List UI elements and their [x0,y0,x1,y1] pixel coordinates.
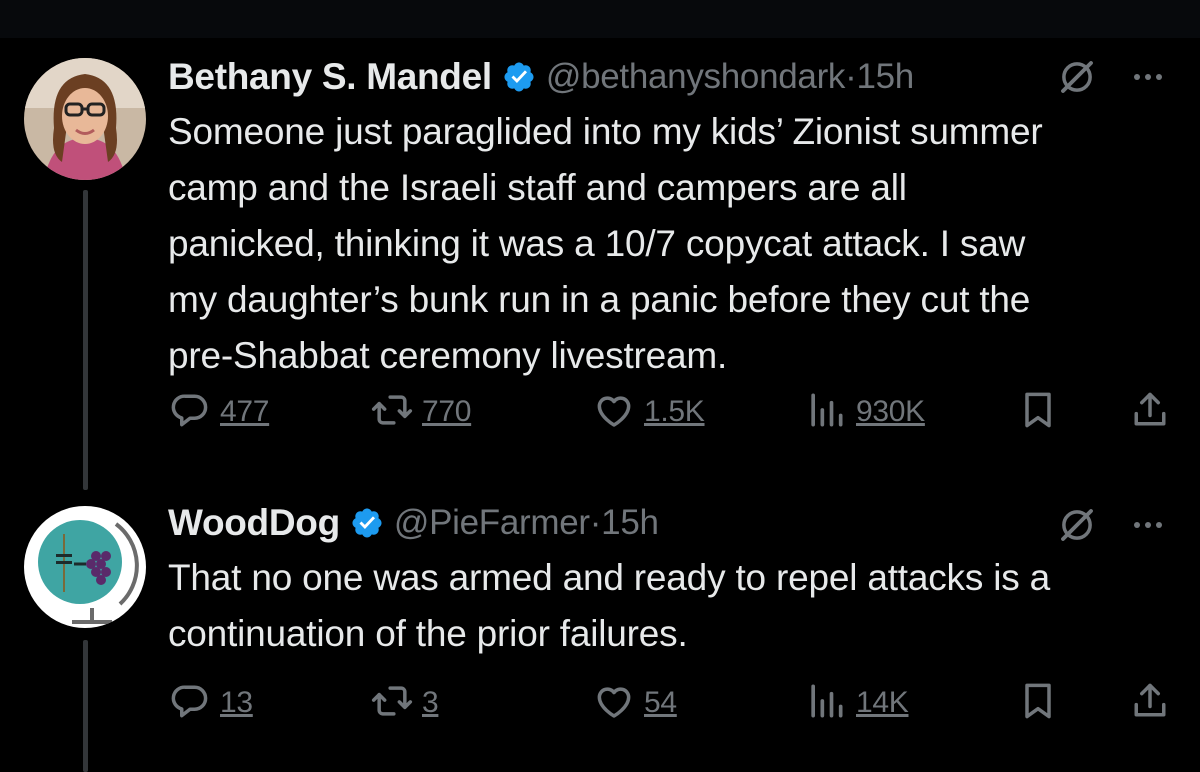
repost-button[interactable]: 3 [370,678,439,728]
author-name[interactable]: WoodDog [168,502,340,544]
like-count[interactable]: 54 [644,686,677,720]
share-icon [1128,388,1172,437]
avatar-wooddog[interactable] [24,506,146,628]
tweet-text-line: panicked, thinking it was a 10/7 copycat… [168,223,1026,264]
reply-button[interactable]: 477 [168,387,269,437]
bookmark-icon [1016,679,1060,728]
reply-button[interactable]: 13 [168,678,253,728]
more-icon[interactable] [1128,57,1168,97]
tweet-text: Someone just paraglided into my kids’ Zi… [168,104,1178,384]
reply-count[interactable]: 477 [220,395,269,429]
tweet-actions: 13 3 54 14K [168,678,1178,728]
thread-line [83,190,88,490]
tweet-time[interactable]: ·15h [590,503,659,543]
tweet-actions: 477 770 1.5K 930K [168,387,1178,437]
tweet-text-line: That no one was armed and ready to repel… [168,557,1051,598]
reply-icon [168,679,212,728]
bookmark-button[interactable] [1016,678,1060,728]
share-button[interactable] [1128,387,1172,437]
reply-icon [168,388,212,437]
tweet-text-line: my daughter’s bunk run in a panic before… [168,279,1031,320]
tweet-text-line: continuation of the prior failures. [168,613,688,654]
views-count[interactable]: 930K [856,395,925,429]
bookmark-icon [1016,388,1060,437]
author-name[interactable]: Bethany S. Mandel [168,56,492,98]
verified-icon [350,506,384,540]
like-count[interactable]: 1.5K [644,395,705,429]
repost-icon [370,388,414,437]
grok-icon[interactable] [1056,56,1098,98]
share-button[interactable] [1128,678,1172,728]
bookmark-button[interactable] [1016,387,1060,437]
like-icon [592,679,636,728]
grok-icon[interactable] [1056,504,1098,546]
reply-count[interactable]: 13 [220,686,253,720]
tweet-time[interactable]: ·15h [845,57,914,97]
tweet-header: Bethany S. Mandel @bethanyshondark ·15h [168,52,914,102]
avatar-bethany[interactable] [24,58,146,180]
like-icon [592,388,636,437]
more-icon[interactable] [1128,505,1168,545]
like-button[interactable]: 1.5K [592,387,705,437]
tweet-header: WoodDog @PieFarmer ·15h [168,498,659,548]
repost-icon [370,679,414,728]
tweet-text-line: Someone just paraglided into my kids’ Zi… [168,111,1043,152]
views-icon [804,679,848,728]
verified-icon [502,60,536,94]
views-button[interactable]: 14K [804,678,909,728]
like-button[interactable]: 54 [592,678,677,728]
tweet-text-line: camp and the Israeli staff and campers a… [168,167,907,208]
views-count[interactable]: 14K [856,686,909,720]
repost-count[interactable]: 3 [422,686,439,720]
repost-count[interactable]: 770 [422,395,471,429]
views-button[interactable]: 930K [804,387,925,437]
repost-button[interactable]: 770 [370,387,471,437]
tweet-text-line: pre-Shabbat ceremony livestream. [168,335,728,376]
top-bar-strip [0,0,1200,38]
tweet-text: That no one was armed and ready to repel… [168,550,1178,662]
author-handle[interactable]: @PieFarmer [394,503,590,543]
author-handle[interactable]: @bethanyshondark [546,57,846,97]
thread-line [83,640,88,772]
views-icon [804,388,848,437]
share-icon [1128,679,1172,728]
